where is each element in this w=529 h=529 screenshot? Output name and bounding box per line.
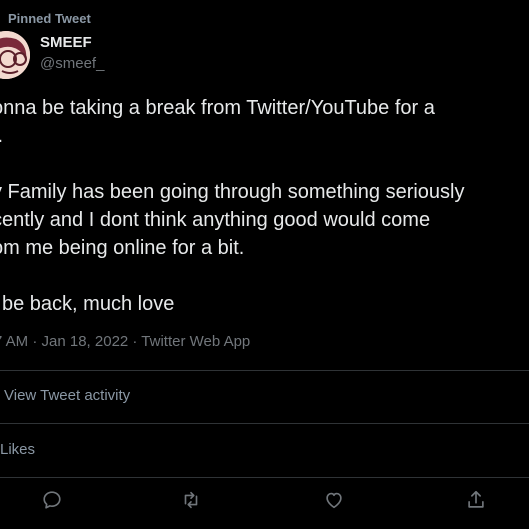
tweet-timestamp-source[interactable]: 7 AM · Jan 18, 2022 · Twitter Web App <box>0 333 250 350</box>
view-tweet-activity-link[interactable]: View Tweet activity <box>4 387 130 404</box>
like-button[interactable] <box>320 486 348 514</box>
divider <box>0 423 529 424</box>
retweet-icon <box>184 491 198 509</box>
author-name[interactable]: SMEEF <box>40 34 92 51</box>
pinned-tweet-label: Pinned Tweet <box>8 11 91 26</box>
tweet-line: t. <box>0 122 529 150</box>
like-icon <box>326 492 342 509</box>
share-button[interactable] <box>462 486 490 514</box>
divider <box>0 477 529 478</box>
tweet-line: y Family has been going through somethin… <box>0 181 465 203</box>
tweet-text: onna be taking a break from Twitter/YouT… <box>0 94 529 318</box>
avatar[interactable] <box>0 31 30 79</box>
tweet-line: cently and I dont think anything good wo… <box>0 209 431 231</box>
likes-link[interactable]: Likes <box>0 441 35 458</box>
retweet-button[interactable] <box>177 486 205 514</box>
reply-icon <box>43 491 61 509</box>
tweet-line: om me being online for a bit. <box>0 237 245 259</box>
avatar-illustration-icon <box>0 31 30 79</box>
tweet-line: onna be taking a break from Twitter/YouT… <box>0 97 435 119</box>
divider <box>0 370 529 371</box>
author-handle[interactable]: @smeef_ <box>40 55 104 72</box>
reply-button[interactable] <box>38 486 66 514</box>
share-icon <box>468 490 484 508</box>
tweet-line: l be back, much love <box>0 293 175 315</box>
